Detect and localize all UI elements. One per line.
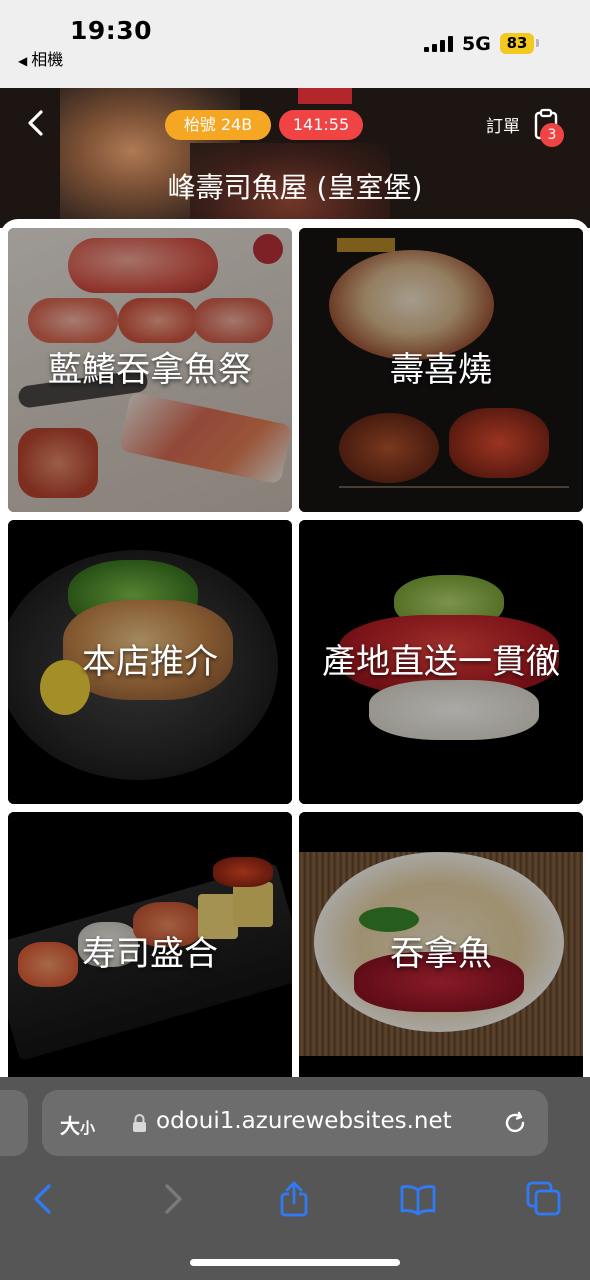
text-size-button[interactable]: 大小 — [60, 1110, 95, 1139]
text-size-big: 大 — [60, 1114, 80, 1138]
share-icon[interactable] — [276, 1181, 312, 1217]
category-label: 本店推介 — [82, 642, 218, 682]
browser-back-icon[interactable] — [26, 1181, 62, 1217]
url-text: odoui1.azurewebsites.net — [156, 1108, 452, 1134]
category-label: 吞拿魚 — [390, 934, 492, 974]
battery-tip — [536, 39, 539, 47]
category-tile-recommended[interactable]: 本店推介 — [8, 520, 292, 804]
category-label: 藍鰭吞拿魚祭 — [48, 350, 252, 390]
signal-icon — [424, 36, 454, 52]
back-app-label: 相機 — [31, 50, 64, 69]
app-header: 枱號 24B 141:55 訂單 3 峰壽司魚屋 (皇室堡) — [0, 88, 590, 228]
status-bar: 19:30 ◀ 相機 5G 83 — [0, 0, 590, 88]
category-label: 產地直送一貫徹 — [322, 642, 560, 682]
order-label[interactable]: 訂單 — [486, 112, 520, 137]
table-number-badge: 枱號 24B — [165, 110, 271, 140]
bookmarks-icon[interactable] — [400, 1181, 436, 1217]
reload-icon[interactable] — [502, 1110, 528, 1136]
back-to-app-link[interactable]: ◀ 相機 — [18, 46, 63, 70]
back-arrow-icon[interactable] — [22, 108, 52, 138]
timer-badge: 141:55 — [279, 110, 363, 140]
category-label: 壽喜燒 — [390, 350, 492, 390]
category-tile-tuna[interactable]: 吞拿魚 — [299, 812, 583, 1079]
page: 19:30 ◀ 相機 5G 83 枱號 24B 141:55 訂單 3 峰壽司魚屋… — [0, 0, 590, 1280]
category-tile-direct-from-origin[interactable]: 產地直送一貫徹 — [299, 520, 583, 804]
battery-indicator: 83 — [500, 33, 534, 54]
category-tile-sushi-platter[interactable]: 寿司盛合 — [8, 812, 292, 1079]
shop-name: 峰壽司魚屋 (皇室堡) — [167, 171, 423, 204]
category-tile-bluefin-tuna[interactable]: 藍鰭吞拿魚祭 — [8, 228, 292, 512]
home-indicator — [190, 1259, 400, 1266]
tabs-icon[interactable] — [526, 1181, 562, 1217]
previous-tab-stub[interactable] — [0, 1090, 28, 1156]
category-label: 寿司盛合 — [82, 934, 218, 974]
category-tile-sukiyaki[interactable]: 壽喜燒 — [299, 228, 583, 512]
text-size-small: 小 — [80, 1119, 96, 1137]
network-type: 5G — [462, 33, 491, 55]
browser-forward-icon[interactable] — [154, 1181, 190, 1217]
header-background-sign — [298, 88, 352, 104]
status-time: 19:30 — [70, 16, 153, 45]
browser-bar: 大小 odoui1.azurewebsites.net — [0, 1077, 590, 1280]
lock-icon — [133, 1114, 146, 1132]
category-grid: 藍鰭吞拿魚祭 壽喜燒 本店推介 產地直送一貫徹 寿司盛合 吞拿魚 — [0, 219, 590, 1079]
back-triangle-icon: ◀ — [18, 54, 28, 68]
address-bar[interactable]: 大小 odoui1.azurewebsites.net — [42, 1090, 548, 1156]
order-count-badge: 3 — [540, 123, 564, 147]
